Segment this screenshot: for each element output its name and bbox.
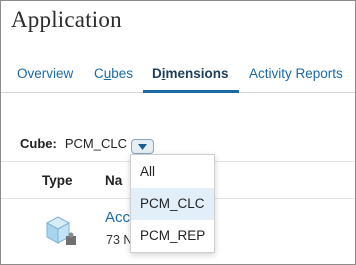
- tab-overview[interactable]: Overview: [17, 66, 73, 81]
- tab-cubes-label-end: bes: [111, 66, 134, 81]
- column-header-name[interactable]: Na: [105, 173, 122, 188]
- tab-dimensions[interactable]: Dimensions: [152, 66, 229, 81]
- tab-dimensions-label-start: D: [152, 66, 162, 81]
- cube-row-subtext: 73 N: [106, 233, 133, 247]
- cube-row-name-link[interactable]: Acc: [105, 209, 130, 226]
- application-panel: Application Overview Cubes Dimensions Ac…: [0, 0, 356, 265]
- menu-option-all[interactable]: All: [131, 156, 214, 188]
- cube-value: PCM_CLC: [64, 136, 127, 151]
- page-title: Application: [11, 7, 122, 32]
- cube-dropdown-menu: All PCM_CLC PCM_REP: [130, 154, 215, 253]
- chevron-down-icon: [138, 144, 147, 150]
- menu-option-pcm-rep[interactable]: PCM_REP: [131, 220, 214, 252]
- active-tab-indicator: [143, 90, 239, 93]
- tab-cubes[interactable]: Cubes: [94, 66, 133, 81]
- tab-activity-reports-label: Activity Reports: [249, 66, 343, 81]
- cube-icon: [45, 216, 76, 245]
- tab-dimensions-label-end: mensions: [165, 66, 229, 81]
- tab-bar: Overview Cubes Dimensions Activity Repor…: [1, 59, 355, 93]
- tab-cubes-label-start: C: [94, 66, 104, 81]
- cube-dropdown-button[interactable]: [131, 139, 154, 154]
- tab-activity-reports[interactable]: Activity Reports: [249, 66, 343, 81]
- cube-label: Cube:: [20, 136, 57, 151]
- cube-selector: Cube: PCM_CLC: [20, 136, 127, 151]
- column-header-type[interactable]: Type: [42, 173, 73, 188]
- menu-option-pcm-clc[interactable]: PCM_CLC: [131, 188, 214, 220]
- tab-overview-label: Overview: [17, 66, 74, 81]
